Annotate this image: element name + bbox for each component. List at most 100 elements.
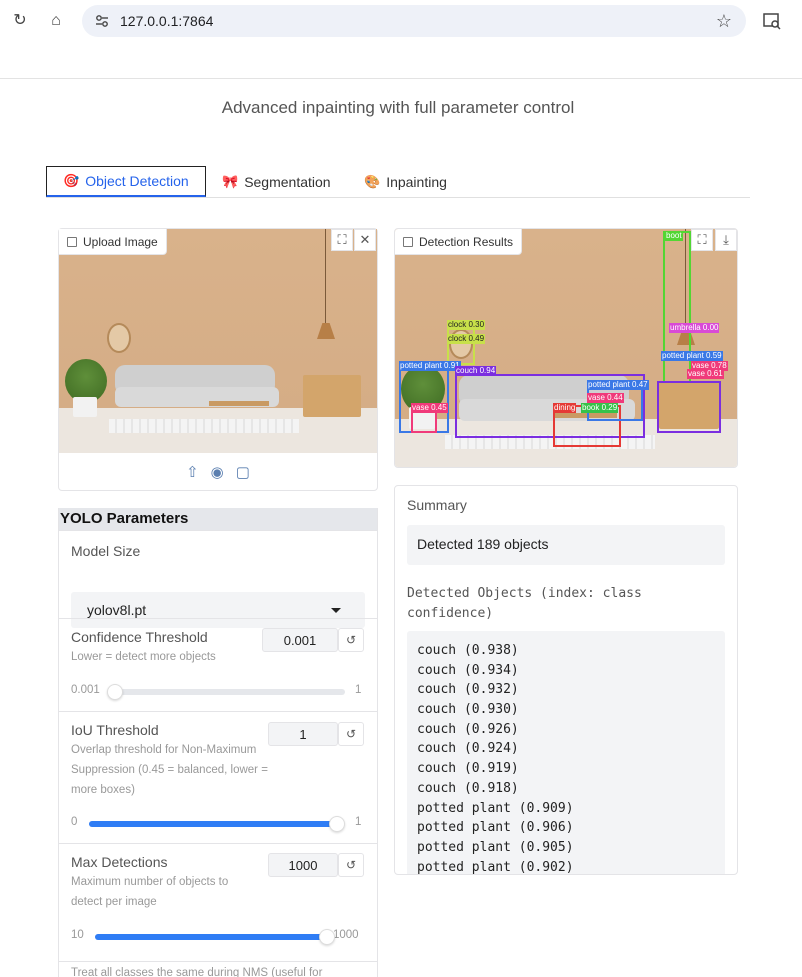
list-item: couch (0.926)	[417, 721, 519, 737]
agnostic-nms-block: Treat all classes the same during NMS (u…	[59, 961, 377, 977]
address-bar[interactable]: 127.0.0.1:7864 ☆	[82, 5, 746, 37]
bbox-label: potted plant 0.47	[587, 380, 649, 390]
reset-icon[interactable]: ↺	[338, 722, 364, 746]
list-item: couch (0.934)	[417, 662, 519, 678]
tab-label: Object Detection	[85, 173, 189, 189]
slider-thumb[interactable]	[107, 684, 123, 700]
target-icon: 🎯	[63, 173, 80, 188]
detection-image: boot clock 0.30 clock 0.49 potted plant …	[395, 229, 737, 467]
detected-objects-heading: Detected Objects (index: class confidenc…	[407, 586, 642, 621]
close-icon[interactable]: ✕	[354, 229, 376, 251]
download-icon[interactable]: ⤓	[715, 229, 737, 251]
upload-toolbar: ⇧ ◉ ▢	[59, 453, 377, 491]
slider-fill	[95, 934, 327, 940]
max-detections-block: Max Detections Maximum number of objects…	[59, 843, 377, 961]
chevron-down-icon	[331, 608, 341, 613]
max-detections-max: 1000	[333, 929, 359, 941]
confidence-max: 1	[355, 684, 362, 696]
summary-text: Detected 189 objects	[407, 525, 725, 565]
tab-label: Segmentation	[244, 173, 331, 190]
confidence-slider[interactable]	[107, 684, 345, 700]
slider-thumb[interactable]	[329, 816, 345, 832]
page-subtitle: Advanced inpainting with full parameter …	[221, 98, 575, 117]
max-detections-info: Maximum number of objects to detect per …	[71, 876, 229, 908]
palette-icon: 🎨	[364, 173, 381, 189]
search-tab-icon[interactable]	[762, 11, 782, 31]
iou-info: Overlap threshold for Non-Maximum Suppre…	[71, 744, 268, 796]
uploaded-image	[59, 229, 377, 453]
list-item: potted plant (0.902)	[417, 859, 574, 875]
tab-label: Inpainting	[386, 173, 447, 190]
confidence-input[interactable]: 0.001	[262, 628, 338, 652]
bbox-label: potted plant 0.91	[399, 361, 461, 371]
model-size-label: Model Size	[71, 543, 141, 559]
tab-inpainting[interactable]: 🎨 Inpainting	[348, 166, 463, 197]
params-title: YOLO Parameters	[59, 508, 377, 530]
tab-segmentation[interactable]: 🎀 Segmentation	[206, 166, 347, 197]
summary-panel: Summary Detected 189 objects Detected Ob…	[394, 485, 738, 875]
reset-icon[interactable]: ↺	[338, 853, 364, 877]
confidence-info: Lower = detect more objects	[71, 651, 216, 663]
confidence-block: Confidence Threshold Lower = detect more…	[59, 618, 377, 711]
iou-max: 1	[355, 816, 362, 828]
image-icon	[403, 236, 413, 247]
webcam-icon[interactable]: ◉	[211, 463, 224, 481]
iou-input[interactable]: 1	[268, 722, 338, 746]
list-item: couch (0.918)	[417, 780, 519, 796]
max-detections-slider[interactable]	[95, 929, 335, 945]
tab-bar: 🎯 Object Detection 🎀 Segmentation 🎨 Inpa…	[46, 166, 750, 198]
upload-image-panel[interactable]: Upload Image ⛶ ✕ ⇧ ◉ ▢	[58, 228, 378, 491]
fullscreen-icon[interactable]: ⛶	[691, 229, 713, 251]
agnostic-nms-info: Treat all classes the same during NMS (u…	[71, 967, 323, 977]
detection-results-label: Detection Results	[395, 229, 523, 255]
bbox-label: vase 0.61	[687, 369, 724, 379]
max-detections-input[interactable]: 1000	[268, 853, 338, 877]
list-item: couch (0.932)	[417, 682, 519, 698]
bbox-label: clock 0.30	[447, 320, 486, 330]
bbox-label: vase 0.44	[587, 393, 624, 403]
fullscreen-icon[interactable]: ⛶	[331, 229, 353, 251]
image-icon	[67, 236, 77, 247]
tab-object-detection[interactable]: 🎯 Object Detection	[46, 166, 206, 197]
detected-objects-list[interactable]: couch (0.938) couch (0.934) couch (0.932…	[407, 631, 725, 875]
iou-min: 0	[71, 816, 78, 828]
reset-icon[interactable]: ↺	[338, 628, 364, 652]
bbox-clock	[447, 325, 475, 365]
bbox-label: potted plant 0.59	[661, 351, 723, 361]
summary-title: Summary	[407, 497, 467, 513]
upload-icon[interactable]: ⇧	[186, 463, 199, 481]
bbox-label: dining	[553, 403, 577, 413]
clipboard-icon[interactable]: ▢	[236, 463, 250, 481]
bookmark-star-icon[interactable]: ☆	[716, 11, 732, 32]
list-item: couch (0.924)	[417, 741, 519, 757]
model-size-block: Model Size yolov8l.pt	[59, 530, 377, 628]
yolo-parameters-panel: YOLO Parameters Model Size yolov8l.pt Co…	[58, 508, 378, 977]
bbox-label: clock 0.49	[447, 334, 486, 344]
max-detections-label: Max Detections	[71, 854, 168, 870]
list-item: potted plant (0.905)	[417, 839, 574, 855]
bbox-label: couch 0.94	[455, 366, 497, 376]
bbox-label: boot	[665, 231, 683, 241]
list-item: couch (0.930)	[417, 702, 519, 718]
list-item: potted plant (0.909)	[417, 800, 574, 816]
upload-image-label: Upload Image	[59, 229, 167, 255]
iou-label: IoU Threshold	[71, 722, 159, 738]
bbox-label: vase 0.45	[411, 403, 448, 413]
slider-fill	[89, 821, 337, 827]
list-item: potted plant (0.906)	[417, 820, 574, 836]
iou-block: IoU Threshold Overlap threshold for Non-…	[59, 711, 377, 843]
reload-icon[interactable]: ↻	[10, 11, 30, 31]
url-text: 127.0.0.1:7864	[120, 13, 214, 29]
slider-thumb[interactable]	[319, 929, 335, 945]
list-item: couch (0.919)	[417, 761, 519, 777]
home-icon[interactable]: ⌂	[46, 11, 66, 31]
iou-slider[interactable]	[89, 816, 345, 832]
browser-toolbar: ↻ ⌂ 127.0.0.1:7864 ☆	[0, 0, 802, 44]
page-top-divider	[0, 78, 802, 79]
site-info-icon[interactable]	[94, 13, 110, 29]
model-size-value: yolov8l.pt	[87, 602, 147, 618]
list-item: couch (0.938)	[417, 643, 519, 658]
detection-results-panel: Detection Results ⛶ ⤓ boot clock 0.30 cl…	[394, 228, 738, 468]
confidence-min: 0.001	[71, 684, 100, 696]
bbox-cabinet-area	[657, 381, 721, 433]
